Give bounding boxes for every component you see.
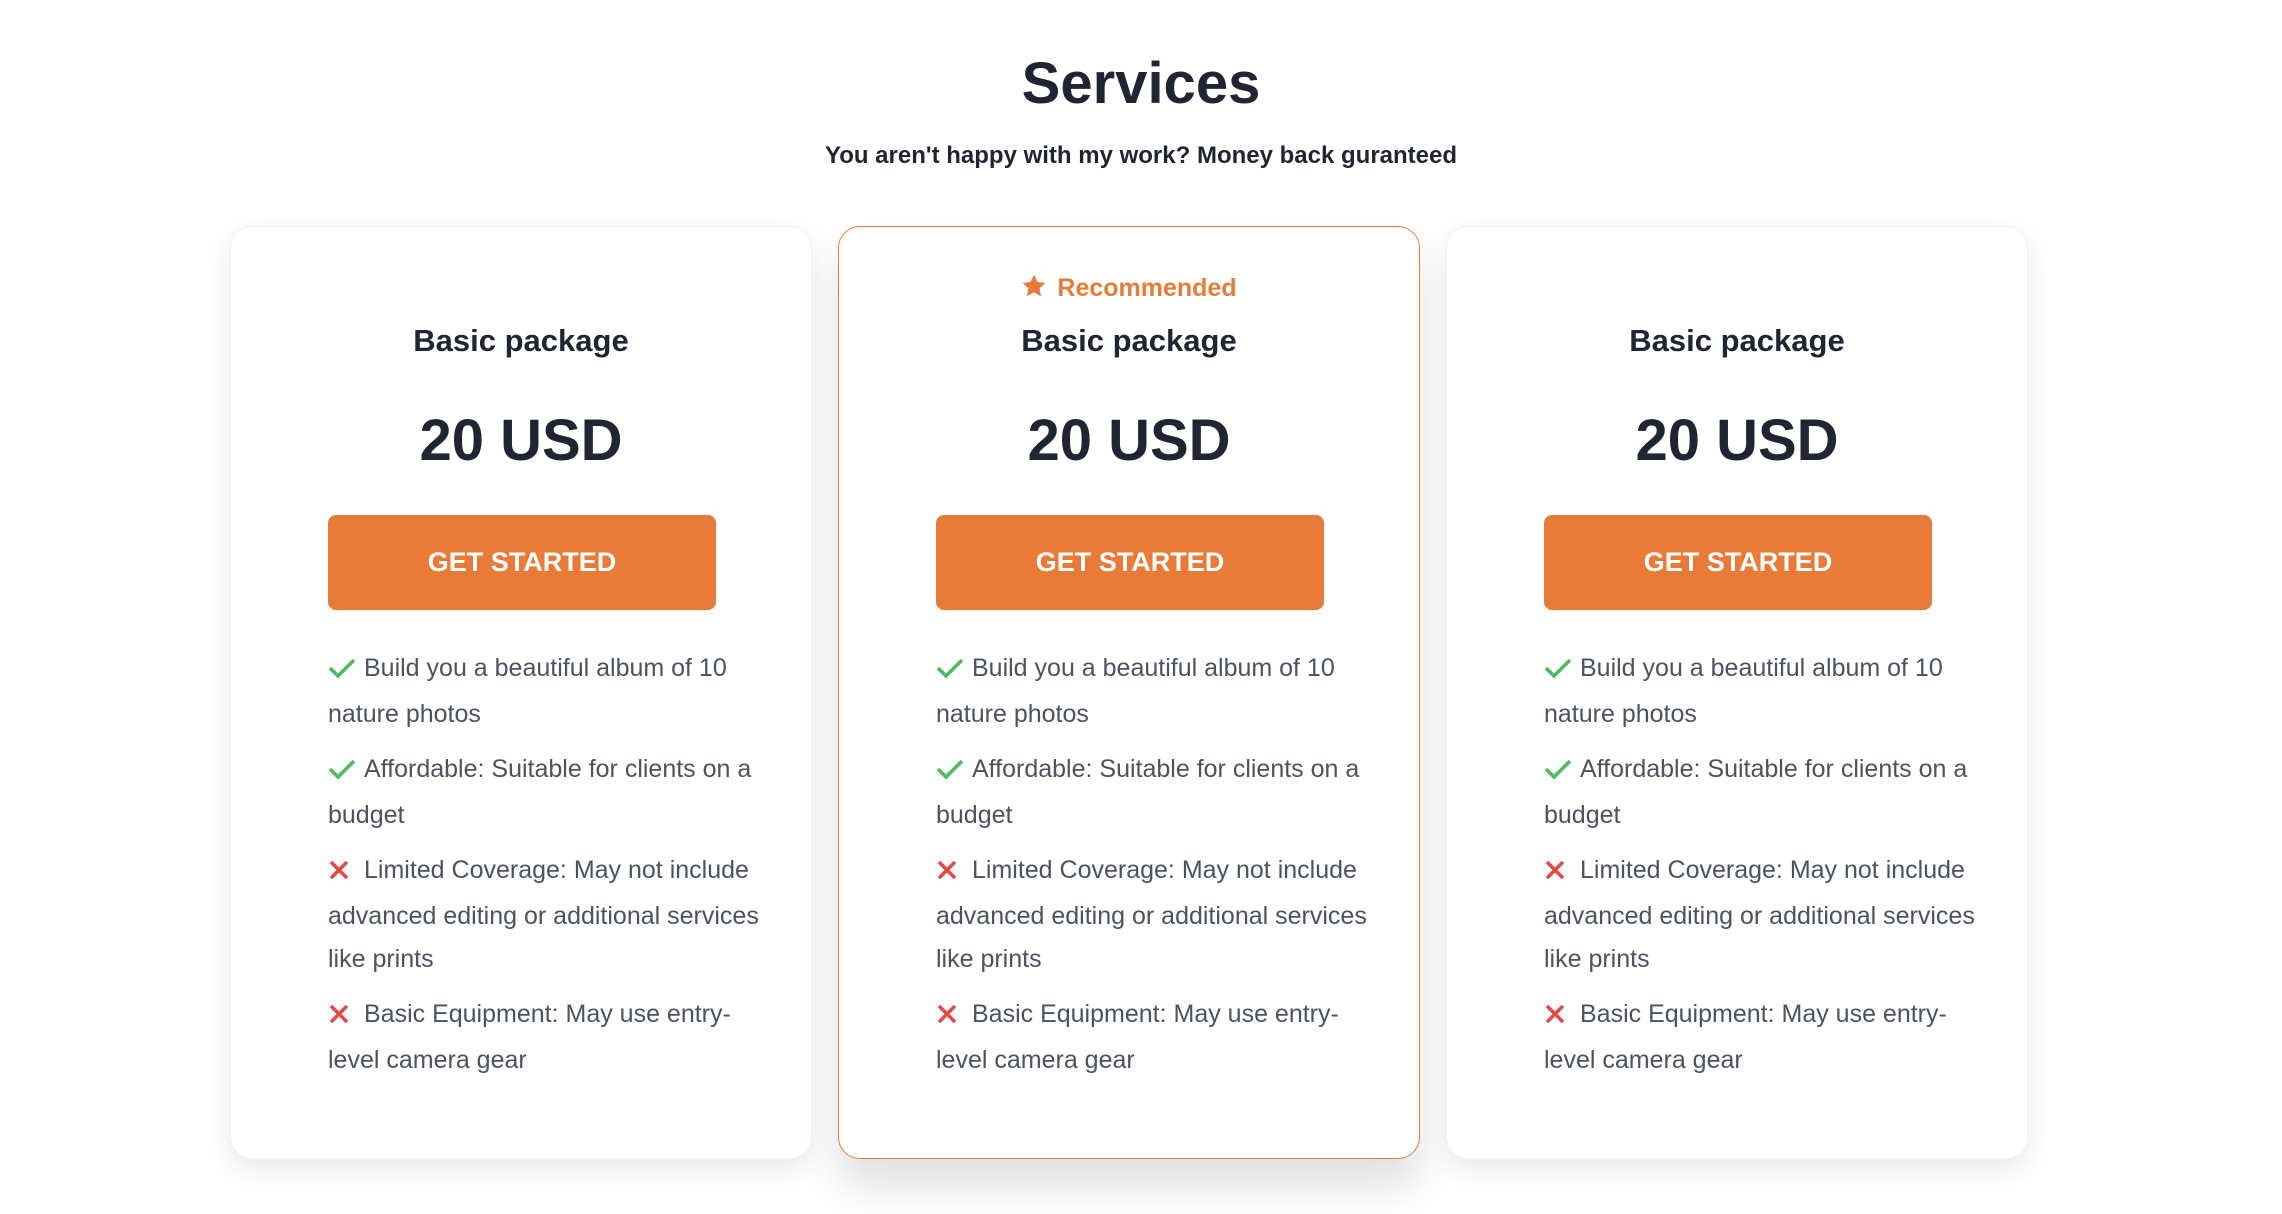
get-started-button[interactable]: GET STARTED [936,515,1324,610]
feature-text: Limited Coverage: May not include advanc… [328,856,759,973]
feature-text: Affordable: Suitable for clients on a bu… [1544,755,1968,829]
pricing-card: Basic package 20 USD GET STARTED Build you … [1446,226,2028,1159]
feature-text: Limited Coverage: May not include advanc… [936,856,1367,973]
check-icon [1544,650,1572,693]
recommended-badge: Recommended [839,273,1419,303]
package-name: Basic package [1629,323,1845,358]
check-icon [328,650,356,693]
feature-item: Basic Equipment: May use entry-level cam… [328,993,771,1082]
feature-item: Limited Coverage: May not include advanc… [1544,849,1987,981]
feature-item: Affordable: Suitable for clients on a bu… [1544,748,1987,837]
feature-text: Build you a beautiful album of 10 nature… [936,654,1335,728]
feature-list: Build you a beautiful album of 10 nature… [936,647,1379,1094]
check-icon [936,751,964,794]
cross-icon [936,996,964,1039]
feature-text: Basic Equipment: May use entry-level cam… [936,1000,1339,1074]
page-title: Services [1021,51,1261,116]
check-icon [936,650,964,693]
feature-item: Limited Coverage: May not include advanc… [936,849,1379,981]
star-icon [1021,274,1057,302]
check-icon [1544,751,1572,794]
pricing-card: Basic package 20 USD GET STARTED Build you … [230,226,812,1159]
cross-icon [328,852,356,895]
package-price: 20 USD [419,408,623,473]
package-price: 20 USD [1635,408,1839,473]
feature-text: Affordable: Suitable for clients on a bu… [936,755,1360,829]
cross-icon [1544,852,1572,895]
package-price: 20 USD [1027,408,1231,473]
feature-text: Basic Equipment: May use entry-level cam… [328,1000,731,1074]
cross-icon [328,996,356,1039]
check-icon [328,751,356,794]
get-started-button[interactable]: GET STARTED [328,515,716,610]
feature-text: Build you a beautiful album of 10 nature… [328,654,727,728]
recommended-label: Recommended [1057,274,1237,302]
feature-list: Build you a beautiful album of 10 nature… [328,647,771,1094]
package-name: Basic package [413,323,629,358]
feature-item: Affordable: Suitable for clients on a bu… [936,748,1379,837]
feature-item: Build you a beautiful album of 10 nature… [1544,647,1987,736]
feature-text: Basic Equipment: May use entry-level cam… [1544,1000,1947,1074]
feature-text: Affordable: Suitable for clients on a bu… [328,755,752,829]
feature-text: Limited Coverage: May not include advanc… [1544,856,1975,973]
cross-icon [1544,996,1572,1039]
feature-list: Build you a beautiful album of 10 nature… [1544,647,1987,1094]
cross-icon [936,852,964,895]
package-name: Basic package [1021,323,1237,358]
page-subtitle: You aren't happy with my work? Money bac… [824,142,1458,169]
feature-item: Affordable: Suitable for clients on a bu… [328,748,771,837]
feature-item: Build you a beautiful album of 10 nature… [328,647,771,736]
feature-item: Build you a beautiful album of 10 nature… [936,647,1379,736]
feature-item: Limited Coverage: May not include advanc… [328,849,771,981]
get-started-button[interactable]: GET STARTED [1544,515,1932,610]
pricing-cards: Basic package 20 USD GET STARTED Build you … [230,226,2028,1159]
feature-text: Build you a beautiful album of 10 nature… [1544,654,1943,728]
feature-item: Basic Equipment: May use entry-level cam… [936,993,1379,1082]
feature-item: Basic Equipment: May use entry-level cam… [1544,993,1987,1082]
pricing-card-recommended: Recommended Basic package 20 USD GET STARTE… [838,226,1420,1159]
